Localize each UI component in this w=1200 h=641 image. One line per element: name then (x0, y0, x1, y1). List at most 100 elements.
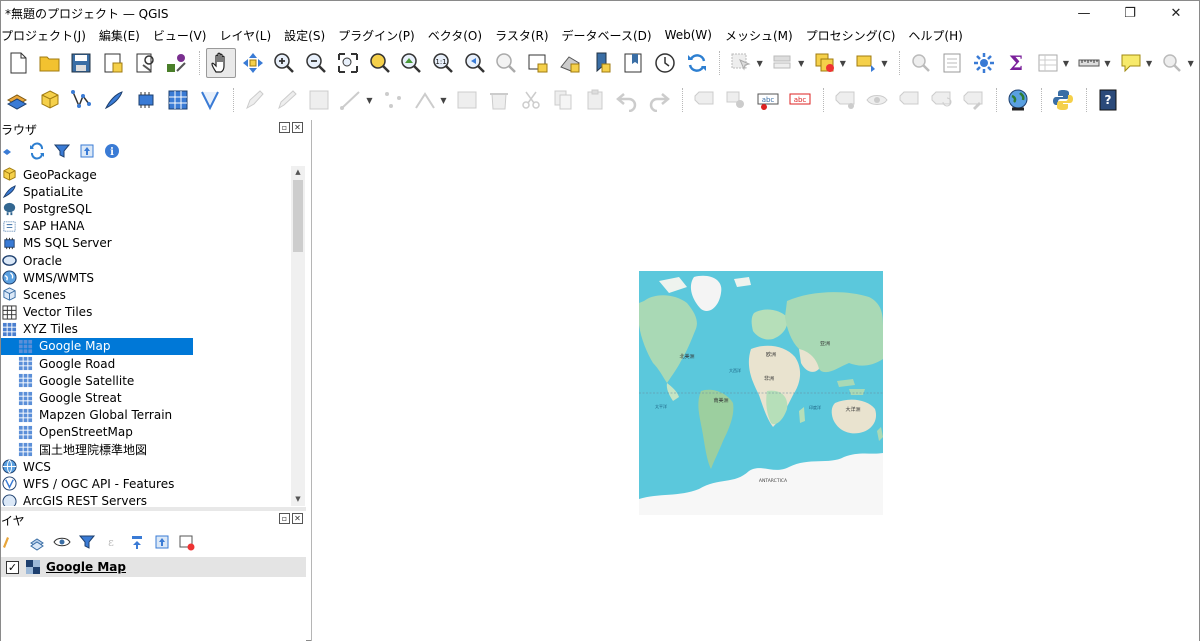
browser-item-geopackage[interactable]: GeoPackage (1, 166, 291, 183)
browser-close-button[interactable]: ✕ (292, 122, 303, 133)
new-3d-view-button[interactable] (555, 48, 585, 78)
redo-button[interactable] (644, 85, 674, 115)
manage-visibility-button[interactable] (51, 531, 73, 553)
browser-scrollbar[interactable]: ▲ ▼ (291, 166, 305, 506)
show-hide-labels-button[interactable] (862, 85, 892, 115)
save-project-button[interactable] (66, 48, 96, 78)
select-value-dropdown[interactable]: ▼ (797, 48, 806, 78)
delete-selected-button[interactable] (484, 85, 514, 115)
layer-labeling-button[interactable]: abc (753, 85, 783, 115)
browser-item-scenes[interactable]: Scenes (1, 286, 291, 303)
browser-item-spatialite[interactable]: SpatiaLite (1, 183, 291, 200)
move-label-button[interactable] (894, 85, 924, 115)
map-canvas[interactable]: 北美洲 欧洲 亚洲 非洲 南美洲 大洋洲 大西洋 太平洋 印度洋 ANTARCT… (312, 120, 1199, 641)
menu-vector[interactable]: ベクタ(O) (422, 27, 489, 44)
select-location-dropdown[interactable]: ▼ (880, 48, 889, 78)
browser-item-[interactable]: 国土地理院標準地図 (1, 441, 291, 458)
refresh-button[interactable] (682, 48, 712, 78)
locate-dropdown[interactable]: ▼ (1186, 48, 1195, 78)
processing-toolbox-button[interactable] (969, 48, 999, 78)
add-vector-button[interactable] (67, 85, 97, 115)
menu-raster[interactable]: ラスタ(R) (489, 27, 555, 44)
attribute-table-dropdown[interactable]: ▼ (1061, 48, 1070, 78)
map-tips-button[interactable] (1116, 48, 1146, 78)
change-label-button[interactable] (958, 85, 988, 115)
zoom-next-button[interactable] (492, 48, 522, 78)
add-selected-layers-button[interactable] (1, 140, 23, 162)
scroll-thumb[interactable] (293, 180, 303, 252)
zoom-out-button[interactable] (301, 48, 331, 78)
deselect-dropdown[interactable]: ▼ (838, 48, 847, 78)
modify-attributes-button[interactable] (452, 85, 482, 115)
layout-manager-button[interactable] (130, 48, 160, 78)
deselect-button[interactable] (810, 48, 840, 78)
help-button[interactable]: ? (1093, 85, 1123, 115)
browser-item-ms-sql-server[interactable]: MS SQL Server (1, 235, 291, 252)
browser-filter-button[interactable] (51, 140, 73, 162)
zoom-to-layer-button[interactable] (396, 48, 426, 78)
copy-features-button[interactable] (548, 85, 578, 115)
statistics-button[interactable]: Σ (1001, 48, 1031, 78)
browser-item-xyz-tiles[interactable]: XYZ Tiles (1, 321, 291, 338)
browser-item-postgresql[interactable]: PostgreSQL (1, 200, 291, 217)
add-group-button[interactable] (26, 531, 48, 553)
label-pin-button[interactable] (721, 85, 751, 115)
browser-item-google-streat[interactable]: Google Streat (1, 389, 291, 406)
layers-close-button[interactable]: ✕ (292, 513, 303, 524)
add-spatialite-button[interactable] (99, 85, 129, 115)
layer-visibility-checkbox[interactable]: ✓ (6, 560, 19, 574)
browser-item-google-road[interactable]: Google Road (1, 355, 291, 372)
scroll-up-arrow[interactable]: ▲ (291, 166, 305, 179)
current-edits-button[interactable] (240, 85, 270, 115)
layer-diagram-button[interactable]: abc (785, 85, 815, 115)
filter-legend-button[interactable] (76, 531, 98, 553)
toggle-editing-button[interactable] (272, 85, 302, 115)
select-location-button[interactable] (851, 48, 881, 78)
browser-float-button[interactable]: ▫ (279, 122, 290, 133)
browser-properties-button[interactable]: i (101, 140, 123, 162)
browser-item-wms-wmts[interactable]: WMS/WMTS (1, 269, 291, 286)
digitize-dropdown[interactable]: ▼ (365, 85, 374, 115)
menu-edit[interactable]: 編集(E) (93, 27, 147, 44)
zoom-to-selection-button[interactable] (365, 48, 395, 78)
locate-button[interactable] (1158, 48, 1188, 78)
open-layer-styling-button[interactable] (1, 531, 23, 553)
close-button[interactable]: ✕ (1153, 1, 1199, 25)
browser-item-vector-tiles[interactable]: Vector Tiles (1, 304, 291, 321)
menu-plugins[interactable]: プラグイン(P) (332, 27, 422, 44)
new-print-layout-button[interactable] (98, 48, 128, 78)
measure-button[interactable] (1074, 48, 1104, 78)
pan-to-selection-button[interactable] (238, 48, 268, 78)
browser-item-openstreetmap[interactable]: OpenStreetMap (1, 424, 291, 441)
menu-view[interactable]: ビュー(V) (147, 27, 214, 44)
python-console-button[interactable] (1048, 85, 1078, 115)
browser-item-wfs-ogc-api-features[interactable]: WFS / OGC API - Features (1, 475, 291, 492)
map-tips-dropdown[interactable]: ▼ (1145, 48, 1154, 78)
expand-all-button[interactable] (126, 531, 148, 553)
zoom-last-button[interactable] (460, 48, 490, 78)
pan-map-button[interactable] (206, 48, 236, 78)
scroll-down-arrow[interactable]: ▼ (291, 493, 305, 506)
select-dropdown[interactable]: ▼ (755, 48, 764, 78)
menu-processing[interactable]: プロセシング(C) (800, 27, 903, 44)
minimize-button[interactable]: — (1061, 1, 1107, 25)
add-mssql-button[interactable] (131, 85, 161, 115)
collapse-all-button[interactable] (151, 531, 173, 553)
zoom-full-button[interactable] (333, 48, 363, 78)
browser-collapse-button[interactable] (76, 140, 98, 162)
rotate-label-button[interactable] (926, 85, 956, 115)
vertex-tool-button[interactable] (378, 85, 408, 115)
add-geopackage-button[interactable] (35, 85, 65, 115)
add-wms-button[interactable] (195, 85, 225, 115)
new-bookmark-button[interactable] (587, 48, 617, 78)
browser-item-arcgis-rest-servers[interactable]: ArcGIS REST Servers (1, 493, 291, 506)
add-layer-button[interactable] (3, 85, 33, 115)
restore-button[interactable]: ❐ (1107, 1, 1153, 25)
zoom-in-button[interactable] (270, 48, 300, 78)
style-manager-button[interactable] (162, 48, 192, 78)
menu-web[interactable]: Web(W) (659, 28, 719, 42)
menu-database[interactable]: データベース(D) (556, 27, 659, 44)
menu-project[interactable]: プロジェクト(J) (1, 27, 93, 44)
show-bookmarks-button[interactable] (618, 48, 648, 78)
identify-button[interactable] (906, 48, 936, 78)
